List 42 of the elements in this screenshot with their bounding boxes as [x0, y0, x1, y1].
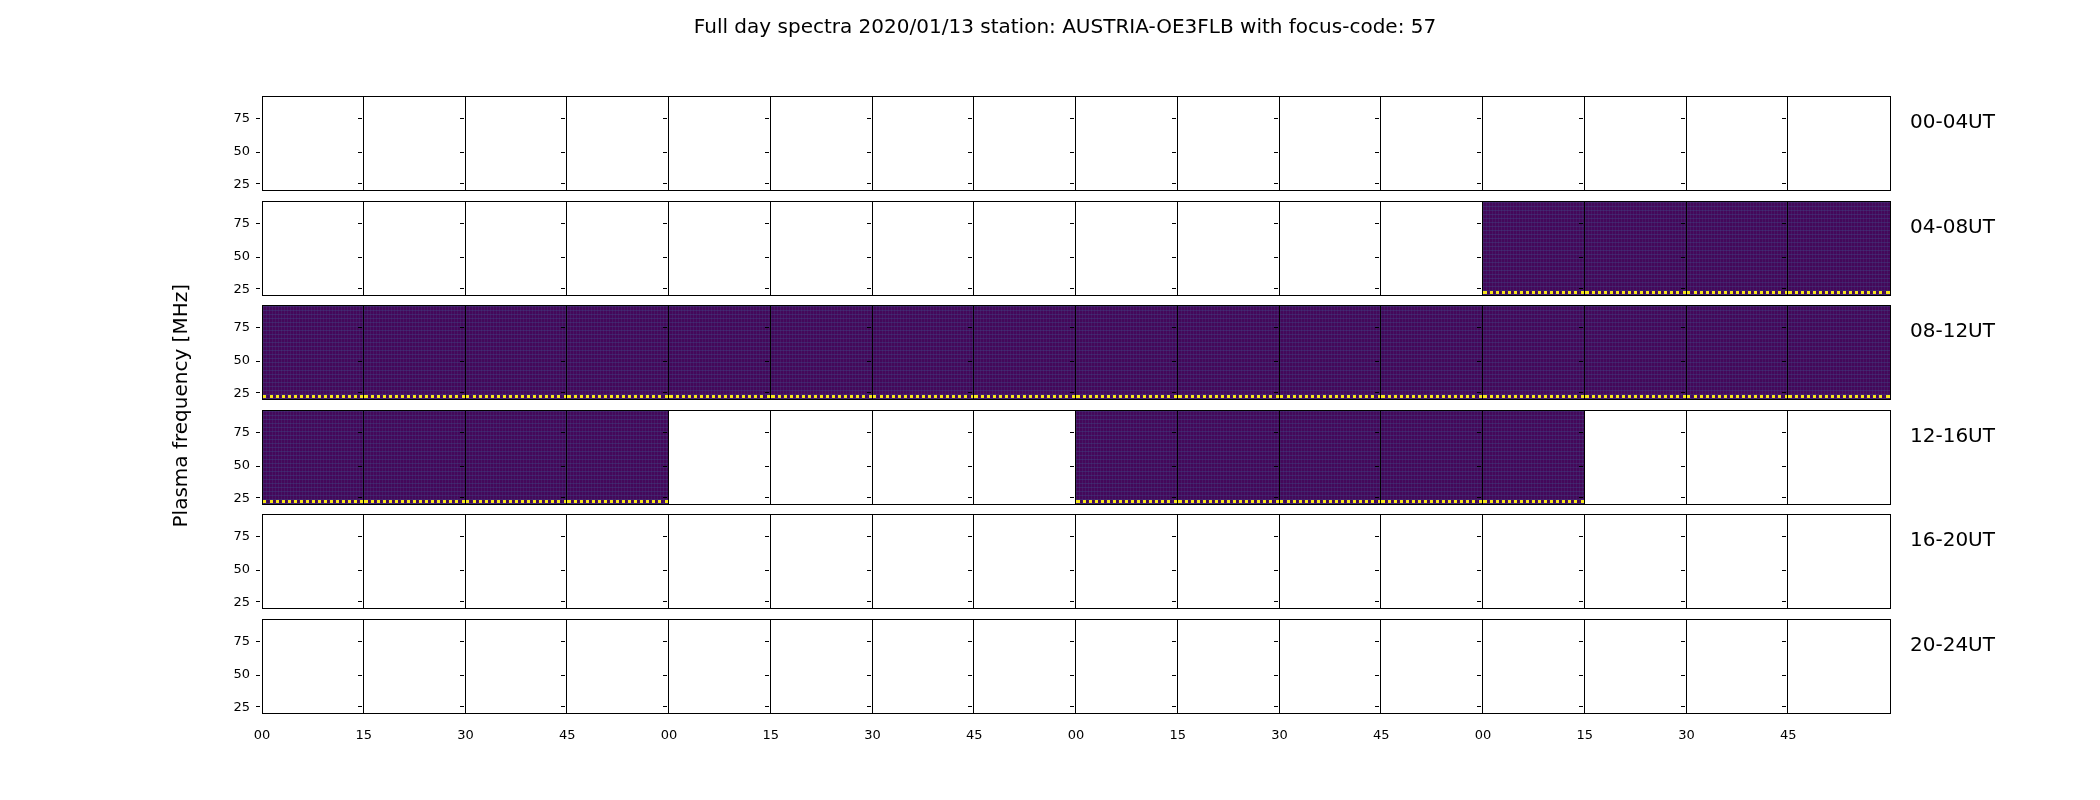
y-tick-label: 25	[233, 279, 250, 297]
row-label: 12-16UT	[1910, 422, 1995, 447]
y-axis-label: Plasma frequency [MHz]	[168, 284, 192, 528]
y-tick-label: 75	[233, 109, 250, 126]
y-tick-label: 25	[233, 697, 250, 715]
y-tick-label: 50	[233, 351, 250, 368]
x-tick-label: 30	[1678, 727, 1695, 742]
x-tick-label: 15	[762, 727, 779, 742]
row-label: 20-24UT	[1910, 631, 1995, 656]
chart-title: Full day spectra 2020/01/13 station: AUSTRIA-OE3FLB with focus-code: 57	[692, 13, 1438, 40]
y-tick-label: 75	[233, 631, 250, 649]
y-tick-label: 75	[233, 527, 250, 544]
row-label: 00-04UT	[1910, 109, 1995, 133]
y-tick-label: 50	[233, 455, 250, 473]
y-tick-label: 75	[233, 422, 250, 440]
y-tick-label: 50	[233, 664, 250, 682]
y-tick-label: 50	[233, 246, 250, 264]
x-tick-label: 00	[1067, 727, 1085, 742]
x-tick-label: 00	[1474, 727, 1492, 742]
x-tick-label: 45	[1780, 727, 1797, 742]
y-tick-label: 25	[233, 384, 250, 401]
y-tick-label: 25	[233, 593, 250, 610]
row-label: 16-20UT	[1910, 527, 1995, 551]
x-tick-label: 00	[660, 727, 678, 742]
row-label: 08-12UT	[1910, 318, 1995, 342]
y-tick-label: 25	[233, 175, 250, 192]
row-label: 04-08UT	[1910, 213, 1995, 238]
x-tick-label: 15	[1169, 727, 1186, 742]
x-tick-label: 45	[559, 727, 576, 742]
x-tick-label: 30	[1271, 727, 1288, 742]
x-tick-label: 00	[253, 727, 271, 742]
x-tick-label: 30	[864, 727, 881, 742]
x-tick-label: 15	[1576, 727, 1593, 742]
y-tick-label: 25	[233, 488, 250, 506]
y-tick-label: 75	[233, 318, 250, 335]
x-tick-label: 45	[966, 727, 983, 742]
y-tick-label: 50	[233, 142, 250, 159]
x-tick-label: 45	[1373, 727, 1390, 742]
x-tick-label: 15	[355, 727, 372, 742]
y-tick-label: 50	[233, 560, 250, 577]
x-tick-label: 30	[457, 727, 474, 742]
y-tick-label: 75	[233, 213, 250, 231]
